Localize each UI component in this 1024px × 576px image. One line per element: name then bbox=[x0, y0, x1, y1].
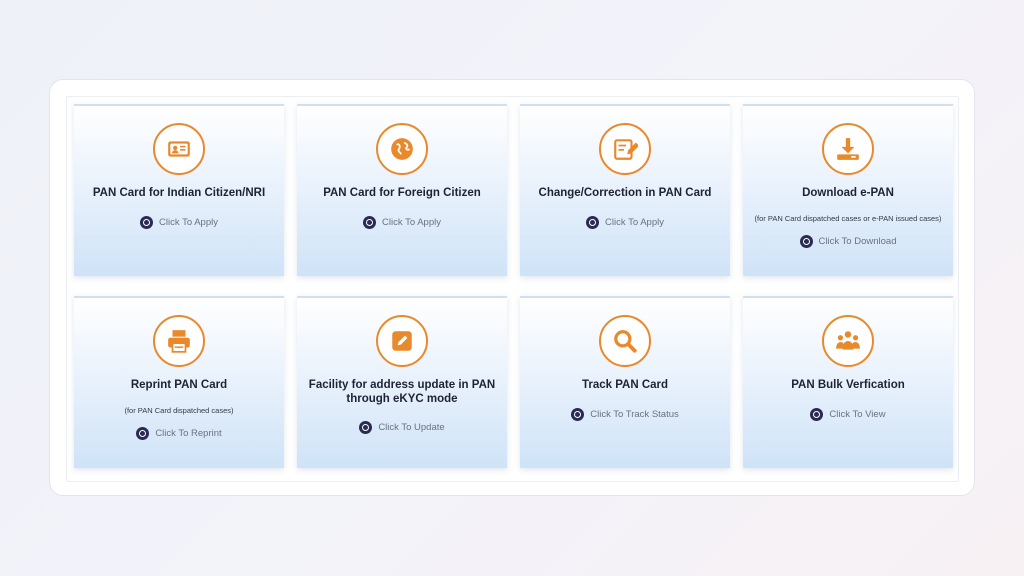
action-label: Click To Apply bbox=[382, 217, 441, 228]
card-title: Facility for address update in PAN throu… bbox=[308, 379, 496, 405]
circle-arrow-icon bbox=[799, 235, 813, 248]
card-title: PAN Card for Indian Citizen/NRI bbox=[92, 187, 266, 199]
pencil-square-icon bbox=[376, 315, 428, 367]
card-address-update-ekyc[interactable]: Facility for address update in PAN throu… bbox=[297, 296, 507, 468]
update-link[interactable]: Click To Update bbox=[297, 421, 507, 434]
card-pan-indian-citizen[interactable]: PAN Card for Indian Citizen/NRI Click To… bbox=[74, 104, 284, 276]
circle-arrow-icon bbox=[810, 408, 824, 421]
action-label: Click To Apply bbox=[605, 217, 664, 228]
apply-link[interactable]: Click To Apply bbox=[520, 216, 730, 229]
download-link[interactable]: Click To Download bbox=[743, 235, 953, 248]
reprint-link[interactable]: Click To Reprint bbox=[74, 427, 284, 440]
action-label: Click To Apply bbox=[159, 217, 218, 228]
card-track-pan[interactable]: Track PAN Card Click To Track Status bbox=[520, 296, 730, 468]
circle-arrow-icon bbox=[586, 216, 600, 229]
card-title: Change/Correction in PAN Card bbox=[538, 187, 712, 199]
card-title: Track PAN Card bbox=[581, 379, 669, 391]
apply-link[interactable]: Click To Apply bbox=[74, 216, 284, 229]
action-label: Click To Track Status bbox=[590, 409, 679, 420]
circle-arrow-icon bbox=[359, 421, 373, 434]
card-title: Reprint PAN Card bbox=[130, 379, 228, 391]
circle-arrow-icon bbox=[140, 216, 154, 229]
circle-arrow-icon bbox=[363, 216, 377, 229]
services-grid: PAN Card for Indian Citizen/NRI Click To… bbox=[66, 96, 959, 482]
services-panel: PAN Card for Indian Citizen/NRI Click To… bbox=[49, 79, 975, 496]
action-label: Click To Reprint bbox=[155, 428, 222, 439]
track-status-link[interactable]: Click To Track Status bbox=[520, 408, 730, 421]
search-icon bbox=[599, 315, 651, 367]
printer-icon bbox=[153, 315, 205, 367]
card-pan-foreign-citizen[interactable]: PAN Card for Foreign Citizen Click To Ap… bbox=[297, 104, 507, 276]
circle-arrow-icon bbox=[136, 427, 150, 440]
card-change-correction[interactable]: Change/Correction in PAN Card Click To A… bbox=[520, 104, 730, 276]
card-pan-bulk-verification[interactable]: PAN Bulk Verfication Click To View bbox=[743, 296, 953, 468]
card-reprint-pan[interactable]: Reprint PAN Card (for PAN Card dispatche… bbox=[74, 296, 284, 468]
action-label: Click To Update bbox=[378, 422, 445, 433]
apply-link[interactable]: Click To Apply bbox=[297, 216, 507, 229]
card-title: Download e-PAN bbox=[802, 187, 894, 199]
card-note: (for PAN Card dispatched cases) bbox=[124, 406, 234, 415]
card-title: PAN Bulk Verfication bbox=[791, 379, 905, 391]
users-group-icon bbox=[822, 315, 874, 367]
circle-arrow-icon bbox=[571, 408, 585, 421]
action-label: Click To View bbox=[829, 409, 886, 420]
card-title: PAN Card for Foreign Citizen bbox=[323, 187, 481, 199]
view-link[interactable]: Click To View bbox=[743, 408, 953, 421]
download-icon bbox=[822, 123, 874, 175]
globe-icon bbox=[376, 123, 428, 175]
action-label: Click To Download bbox=[818, 236, 897, 247]
id-card-icon bbox=[153, 123, 205, 175]
edit-document-icon bbox=[599, 123, 651, 175]
card-note: (for PAN Card dispatched cases or e-PAN … bbox=[754, 214, 942, 223]
card-download-epan[interactable]: Download e-PAN (for PAN Card dispatched … bbox=[743, 104, 953, 276]
